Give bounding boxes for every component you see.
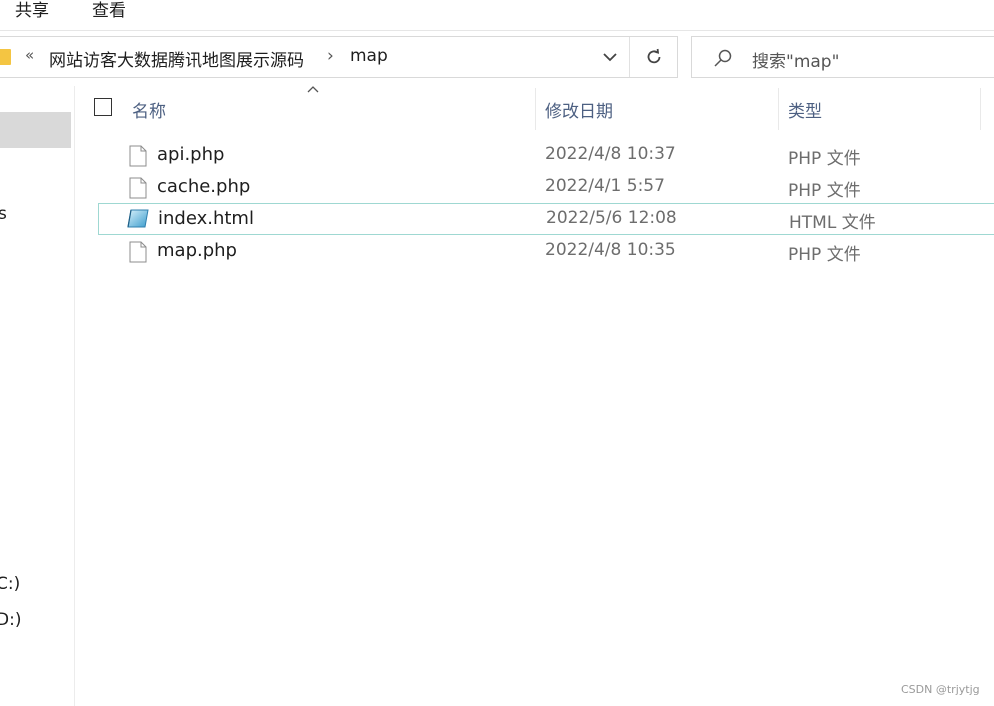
ribbon: 共享 查看: [0, 0, 994, 31]
nav-item-label[interactable]: s: [0, 204, 7, 224]
file-name[interactable]: api.php: [157, 144, 224, 165]
address-history-dropdown-button[interactable]: [591, 37, 630, 77]
search-box[interactable]: 搜索"map": [691, 36, 994, 78]
file-modified-date: 2022/4/1 5:57: [545, 176, 665, 196]
column-divider[interactable]: [778, 88, 779, 130]
php-file-icon: [129, 241, 147, 263]
file-row[interactable]: api.php 2022/4/8 10:37 PHP 文件: [98, 140, 994, 172]
file-type: HTML 文件: [789, 213, 876, 233]
chevron-down-icon: [603, 53, 617, 62]
ribbon-tab-view[interactable]: 查看: [92, 0, 126, 22]
column-divider[interactable]: [535, 88, 536, 130]
column-divider[interactable]: [980, 88, 981, 130]
search-input[interactable]: 搜索"map": [752, 47, 839, 72]
file-modified-date: 2022/4/8 10:35: [545, 240, 676, 260]
file-explorer-window: 共享 查看 « 网站访客大数据腾讯地图展示源码 › map 搜索"map" s …: [0, 0, 994, 706]
search-icon: [714, 49, 732, 67]
php-file-icon: [129, 145, 147, 167]
sort-ascending-icon: [307, 86, 319, 93]
file-name[interactable]: map.php: [157, 240, 237, 261]
file-type: PHP 文件: [788, 181, 861, 201]
column-header-date[interactable]: 修改日期: [545, 97, 613, 122]
folder-icon: [0, 49, 11, 65]
column-header-row: 名称 修改日期 类型: [76, 86, 994, 130]
column-header-type[interactable]: 类型: [788, 97, 822, 122]
column-header-name[interactable]: 名称: [132, 97, 166, 122]
file-modified-date: 2022/5/6 12:08: [546, 208, 677, 228]
file-name[interactable]: cache.php: [157, 176, 250, 197]
refresh-button[interactable]: [631, 37, 677, 77]
nav-item-selected[interactable]: [0, 112, 71, 148]
file-row[interactable]: cache.php 2022/4/1 5:57 PHP 文件: [98, 172, 994, 204]
file-type: PHP 文件: [788, 245, 861, 265]
nav-item-drive-d[interactable]: D:): [0, 610, 21, 630]
ribbon-tab-share[interactable]: 共享: [15, 0, 49, 22]
select-all-checkbox[interactable]: [94, 98, 112, 116]
file-modified-date: 2022/4/8 10:37: [545, 144, 676, 164]
watermark: CSDN @trjytjg: [901, 683, 980, 696]
breadcrumb-parent[interactable]: 网站访客大数据腾讯地图展示源码: [49, 46, 304, 71]
breadcrumb-current[interactable]: map: [350, 46, 388, 66]
breadcrumb-separator-icon[interactable]: ›: [327, 46, 334, 66]
file-name[interactable]: index.html: [158, 208, 254, 229]
file-row[interactable]: map.php 2022/4/8 10:35 PHP 文件: [98, 236, 994, 268]
address-bar[interactable]: « 网站访客大数据腾讯地图展示源码 › map: [0, 36, 678, 78]
file-type: PHP 文件: [788, 149, 861, 169]
refresh-icon: [647, 48, 661, 64]
file-row-selected[interactable]: index.html 2022/5/6 12:08 HTML 文件: [98, 203, 994, 235]
navigation-pane: s C:) D:): [0, 86, 75, 706]
breadcrumb-overflow-button[interactable]: «: [25, 46, 34, 64]
php-file-icon: [129, 177, 147, 199]
html-file-icon: [127, 209, 149, 228]
nav-item-drive-c[interactable]: C:): [0, 574, 20, 594]
